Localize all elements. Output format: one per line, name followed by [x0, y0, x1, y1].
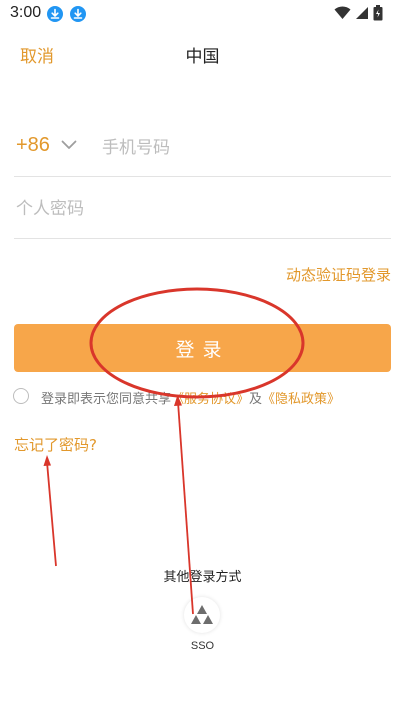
battery-icon [373, 5, 383, 21]
download-icon [47, 6, 63, 22]
phone-input[interactable] [100, 134, 384, 162]
sso-label: SSO [190, 640, 215, 652]
annotation-arrow-line [46, 461, 57, 567]
other-login-title: 其他登录方式 [163, 570, 242, 585]
login-button[interactable]: 登录 [14, 324, 391, 372]
region-title[interactable]: 中国 [0, 42, 405, 67]
chevron-down-icon[interactable] [61, 140, 77, 150]
password-input[interactable] [14, 195, 388, 223]
divider [14, 238, 391, 239]
agreement-prefix: 登录即表示您同意共享 [41, 392, 172, 407]
agreement-checkbox[interactable] [13, 388, 29, 404]
sso-icon [191, 605, 213, 624]
status-time: 3:00 [10, 4, 42, 21]
terms-link[interactable]: 《服务协议》 [171, 392, 249, 407]
sso-button[interactable] [184, 597, 220, 633]
cancel-button[interactable]: 取消 [20, 42, 54, 67]
agreement-and: 及 [249, 392, 263, 407]
wifi-icon [334, 6, 351, 19]
download-icon [70, 6, 86, 22]
annotation-arrowhead [43, 455, 51, 466]
agreement-text: 登录即表示您同意共享《服务协议》及《隐私政策》 [41, 388, 340, 407]
country-code[interactable]: +86 [16, 134, 50, 157]
status-icons [334, 5, 383, 21]
forgot-password-link[interactable]: 忘记了密码? [14, 434, 97, 455]
privacy-link[interactable]: 《隐私政策》 [262, 392, 340, 407]
divider [14, 176, 391, 177]
otp-login-link[interactable]: 动态验证码登录 [286, 264, 391, 285]
signal-icon [356, 7, 368, 19]
